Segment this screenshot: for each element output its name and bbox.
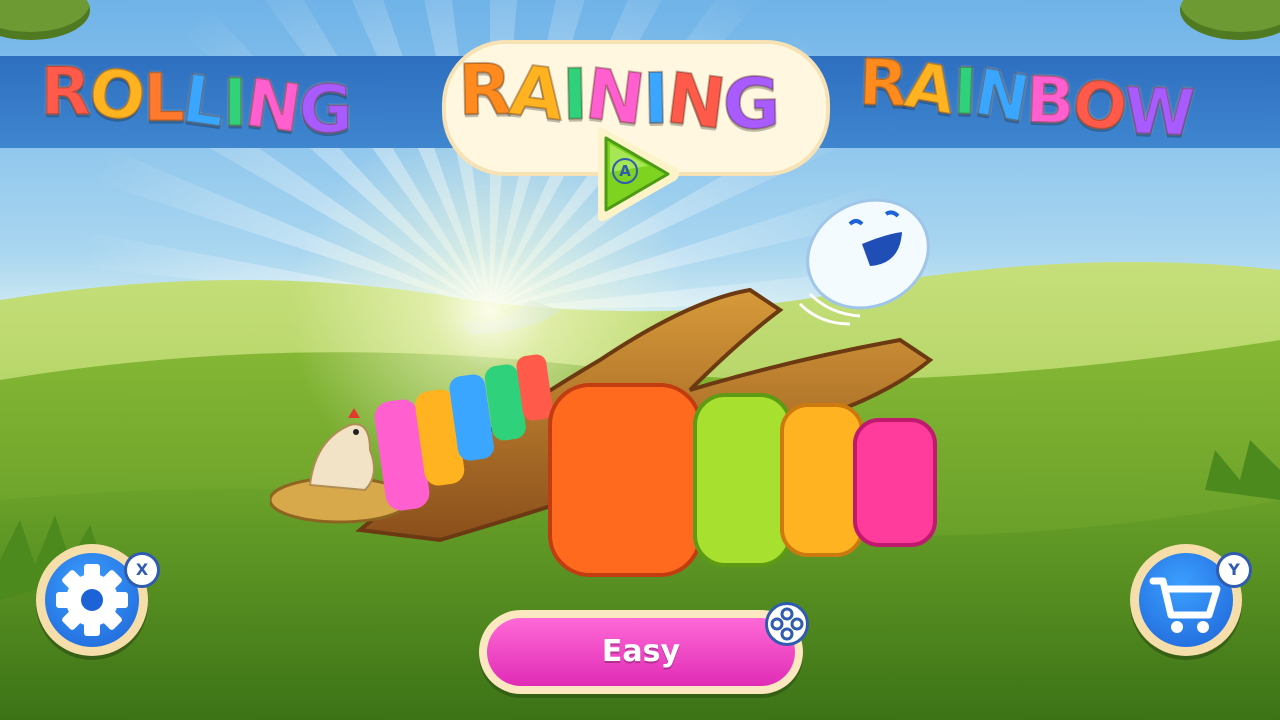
title-letter: N [968, 54, 1034, 138]
eggz-word-art [548, 383, 937, 577]
title-letter: G [298, 70, 352, 149]
title-letter: L [142, 59, 184, 138]
settings-button[interactable]: X [36, 544, 160, 656]
title-letter: W [1122, 74, 1195, 152]
title-letter: A [899, 47, 961, 130]
title-letter: N [239, 63, 304, 149]
flying-egg-icon [798, 198, 930, 326]
x-key-badge: X [124, 552, 160, 588]
title-letter: R [857, 45, 909, 123]
title-letter: G [721, 61, 780, 146]
difficulty-label: Easy [601, 634, 681, 669]
title-letter: R [456, 48, 511, 133]
shop-cart-button[interactable]: Y [1130, 544, 1252, 656]
title-letter: R [39, 52, 90, 131]
play-button[interactable]: A [592, 120, 684, 228]
a-key-badge: A [612, 158, 638, 184]
title-letter: O [1066, 65, 1132, 149]
difficulty-button[interactable]: Easy [479, 610, 803, 694]
title-letter: A [504, 48, 568, 138]
title-letter: O [83, 52, 149, 138]
title-letter: B [1024, 63, 1075, 141]
gamepad-buttons-icon [765, 602, 809, 646]
play-icon [598, 126, 679, 222]
title-letter: L [177, 59, 229, 143]
y-key-badge: Y [1216, 552, 1252, 588]
